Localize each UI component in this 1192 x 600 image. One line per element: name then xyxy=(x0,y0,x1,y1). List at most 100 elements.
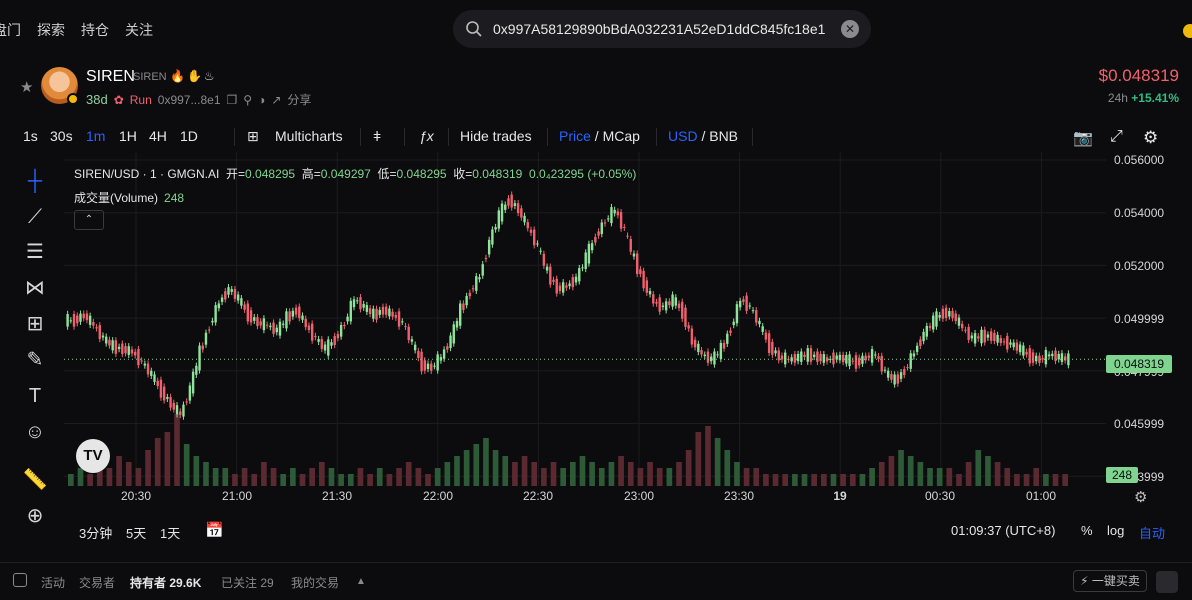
panel-toggle-icon[interactable] xyxy=(13,573,27,587)
range-5d[interactable]: 5天 xyxy=(126,523,146,542)
favorite-star-icon[interactable]: ★ xyxy=(20,78,33,96)
volume-bar xyxy=(753,468,760,486)
range-1d[interactable]: 1天 xyxy=(160,523,180,542)
candle-body xyxy=(253,317,256,321)
volume-bar xyxy=(830,474,837,486)
candle-body xyxy=(784,352,787,365)
range-3min[interactable]: 3分钟 xyxy=(79,523,112,542)
candle-body xyxy=(1063,356,1067,361)
nav-item-explore[interactable]: 探索 xyxy=(37,20,65,40)
candle-body xyxy=(179,411,182,415)
axis-label: 0.056000 xyxy=(1114,153,1165,167)
price-option[interactable]: Price xyxy=(559,128,591,144)
crosshair-icon[interactable]: ┼ xyxy=(22,168,48,194)
candle-body xyxy=(79,313,82,322)
explorer-icon[interactable]: ◑ xyxy=(258,93,265,107)
collapse-legend-button[interactable]: ⌃ xyxy=(74,210,104,230)
trendline-icon[interactable]: ⟋ xyxy=(22,204,48,230)
fullscreen-icon[interactable]: ⤢ xyxy=(1110,128,1123,146)
candle-body xyxy=(133,351,137,356)
timeframe-1s[interactable]: 1s xyxy=(23,128,38,144)
emoji-icon[interactable]: ☺ xyxy=(22,419,48,445)
screenshot-icon[interactable]: 📷 xyxy=(1073,128,1093,148)
price-chart[interactable] xyxy=(64,152,1106,486)
tradingview-logo[interactable]: TV xyxy=(76,439,110,473)
nav-item-following[interactable]: 关注 xyxy=(125,20,153,40)
tab-holders[interactable]: 持有者 29.6K xyxy=(130,574,201,591)
timeframe-1m[interactable]: 1m xyxy=(86,128,105,144)
copy-icon[interactable]: ❐ xyxy=(227,93,238,107)
hide-trades-button[interactable]: Hide trades xyxy=(460,128,532,144)
usd-option[interactable]: USD xyxy=(668,128,698,144)
multicharts-icon[interactable]: ⊞ xyxy=(247,128,259,145)
percent-toggle[interactable]: % xyxy=(1081,523,1093,538)
quick-buy-button[interactable]: ⚡ 一键买卖 xyxy=(1073,570,1147,592)
pattern-icon[interactable]: ⋈ xyxy=(22,275,48,301)
candle-body xyxy=(594,236,597,243)
timeframe-1h[interactable]: 1H xyxy=(119,128,137,144)
tab-following[interactable]: 已关注 29 xyxy=(221,574,274,591)
time-axis[interactable]: 20:30 21:00 21:30 22:00 22:30 23:00 23:3… xyxy=(64,486,1106,508)
mcap-option[interactable]: MCap xyxy=(603,128,640,144)
candle-body xyxy=(980,329,983,344)
price-axis[interactable]: 0.056000 0.054000 0.052000 0.049999 0.04… xyxy=(1106,152,1192,486)
candle-type-icon[interactable]: ǂ xyxy=(373,128,381,144)
search-bar[interactable]: 0x997A58129890bBdA032231A52eD1ddC845fc18… xyxy=(453,10,871,48)
clear-search-icon[interactable]: ✕ xyxy=(841,20,859,38)
search-address-icon[interactable]: ⚲ xyxy=(243,93,252,107)
axis-settings-icon[interactable]: ⚙ xyxy=(1134,488,1147,506)
candle-body xyxy=(127,346,130,355)
candle-body xyxy=(410,339,414,342)
auto-toggle[interactable]: 自动 xyxy=(1139,523,1165,542)
volume-bar xyxy=(174,414,180,486)
volume-bar xyxy=(106,468,113,486)
apps-icon[interactable] xyxy=(1156,571,1178,593)
brush-icon[interactable]: ✎ xyxy=(22,347,48,373)
bnb-option[interactable]: BNB xyxy=(709,128,738,144)
volume-bar xyxy=(521,456,528,486)
volume-bar xyxy=(347,474,354,486)
social-icons[interactable]: 🔥✋♨ xyxy=(170,69,217,83)
time-label: 22:30 xyxy=(522,489,554,503)
volume-bar xyxy=(695,432,702,486)
token-address[interactable]: 0x997...8e1 xyxy=(158,93,221,107)
expand-icon[interactable]: ▲ xyxy=(356,576,366,587)
candle-body xyxy=(655,301,658,304)
timeframe-4h[interactable]: 4H xyxy=(149,128,167,144)
currency-toggle[interactable]: USD / BNB xyxy=(668,128,738,144)
share-label[interactable]: 分享 xyxy=(287,91,311,108)
search-input[interactable]: 0x997A58129890bBdA032231A52eD1ddC845fc18… xyxy=(493,21,841,37)
text-icon[interactable]: T xyxy=(22,383,48,409)
settings-icon[interactable]: ⚙ xyxy=(1143,128,1158,148)
candle-body xyxy=(256,317,259,327)
fib-icon[interactable]: ☰ xyxy=(22,239,48,265)
timeframe-30s[interactable]: 30s xyxy=(50,128,73,144)
multicharts-button[interactable]: Multicharts xyxy=(275,128,343,144)
divider xyxy=(752,128,753,146)
clock[interactable]: 01:09:37 (UTC+8) xyxy=(951,523,1055,538)
nav-item-market[interactable]: 盘门 xyxy=(0,20,21,40)
candle-body xyxy=(922,331,925,342)
candle-body xyxy=(948,311,951,317)
candle-body xyxy=(877,356,880,360)
candle-body xyxy=(275,327,278,333)
tab-my-trades[interactable]: 我的交易 xyxy=(291,574,339,591)
timeframe-1d[interactable]: 1D xyxy=(180,128,198,144)
tab-traders[interactable]: 交易者 xyxy=(79,574,115,591)
candle-body xyxy=(442,349,446,359)
log-toggle[interactable]: log xyxy=(1107,523,1124,538)
candle-body xyxy=(967,326,970,340)
projection-icon[interactable]: ⊞ xyxy=(22,311,48,337)
goto-date-icon[interactable]: 📅 xyxy=(205,521,224,539)
nav-item-holdings[interactable]: 持仓 xyxy=(81,20,109,40)
share-icon[interactable]: ↗ xyxy=(271,93,281,107)
coin-icon[interactable] xyxy=(1183,24,1192,38)
tab-activity[interactable]: 活动 xyxy=(41,574,65,591)
indicators-icon[interactable]: ƒx xyxy=(419,128,434,144)
volume-bar xyxy=(714,438,721,486)
ruler-icon[interactable]: 📏 xyxy=(22,467,48,493)
candle-body xyxy=(227,287,230,295)
candle-body xyxy=(1051,353,1054,357)
candlestick-chart[interactable] xyxy=(64,152,1106,486)
price-mcap-toggle[interactable]: Price / MCap xyxy=(559,128,640,144)
